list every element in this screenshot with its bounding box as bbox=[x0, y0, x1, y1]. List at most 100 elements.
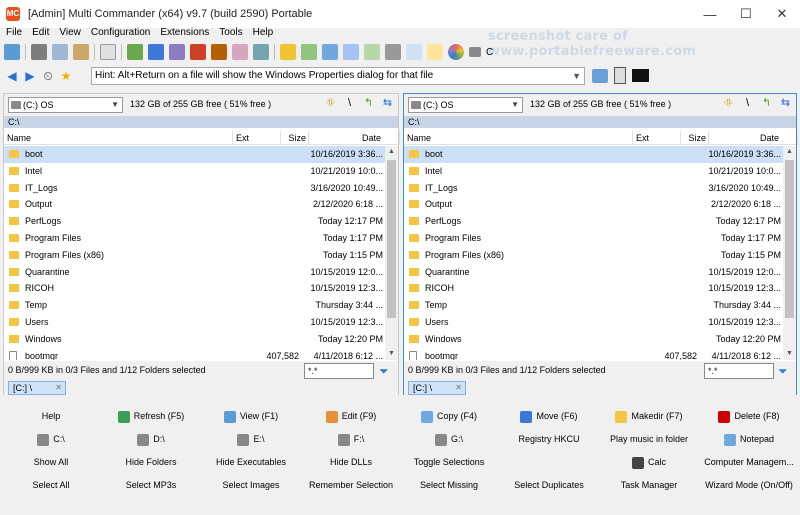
select-duplicates-button[interactable]: Select Duplicates bbox=[498, 476, 600, 494]
hide-executables-button[interactable]: Hide Executables bbox=[200, 453, 302, 471]
refresh-f5-button[interactable]: Refresh (F5) bbox=[100, 407, 202, 425]
menu-file[interactable]: File bbox=[6, 26, 22, 40]
menu-help[interactable]: Help bbox=[253, 26, 274, 40]
file-row[interactable]: Temp Thursday 3:44 ... bbox=[404, 297, 783, 314]
file-row[interactable]: Program Files Today 1:17 PM bbox=[404, 230, 783, 247]
file-row[interactable]: boot 10/16/2019 3:36... bbox=[4, 146, 385, 163]
back-arrow-icon[interactable]: ◀ bbox=[4, 68, 20, 84]
file-row[interactable]: PerfLogs Today 12:17 PM bbox=[4, 213, 385, 230]
hint-box[interactable]: Hint: Alt+Return on a file will show the… bbox=[91, 67, 585, 85]
col-size[interactable]: Size bbox=[681, 131, 709, 145]
file-row[interactable]: IT_Logs 3/16/2020 10:49... bbox=[404, 180, 783, 197]
close-icon[interactable]: ✕ bbox=[55, 382, 62, 394]
tab-c-drive[interactable]: [C:] \ ✕ bbox=[8, 381, 66, 395]
layout-icon[interactable] bbox=[100, 44, 116, 60]
file-row[interactable]: Intel 10/21/2019 10:0... bbox=[4, 163, 385, 180]
split-icon[interactable] bbox=[343, 44, 359, 60]
e-button[interactable]: E:\ bbox=[200, 430, 302, 448]
archive-icon[interactable] bbox=[232, 44, 248, 60]
file-row[interactable]: Quarantine 10/15/2019 12:0... bbox=[404, 264, 783, 281]
chevron-down-icon[interactable]: ▼ bbox=[572, 68, 581, 84]
file-row[interactable]: Windows Today 12:20 PM bbox=[4, 331, 385, 348]
menu-tools[interactable]: Tools bbox=[219, 26, 242, 40]
file-row[interactable]: bootmgr 407,582 4/11/2018 6:12 ... bbox=[404, 348, 783, 360]
file-row[interactable]: RICOH 10/15/2019 12:3... bbox=[4, 280, 385, 297]
col-date[interactable]: Date bbox=[709, 131, 798, 145]
close-icon[interactable]: ✕ bbox=[455, 382, 462, 394]
sync-icon[interactable] bbox=[253, 44, 269, 60]
view-f1-button[interactable]: View (F1) bbox=[200, 407, 302, 425]
file-row[interactable]: IT_Logs 3/16/2020 10:49... bbox=[4, 180, 385, 197]
scroll-down-icon[interactable]: ▼ bbox=[385, 348, 398, 360]
kb-icon[interactable] bbox=[280, 44, 296, 60]
maximize-button[interactable]: ☐ bbox=[728, 0, 764, 28]
hide-dlls-button[interactable]: Hide DLLs bbox=[300, 453, 402, 471]
toggle-selections-button[interactable]: Toggle Selections bbox=[398, 453, 500, 471]
select-missing-button[interactable]: Select Missing bbox=[398, 476, 500, 494]
menu-configuration[interactable]: Configuration bbox=[91, 26, 150, 40]
file-row[interactable]: Program Files (x86) Today 1:15 PM bbox=[4, 247, 385, 264]
col-ext[interactable]: Ext bbox=[233, 131, 281, 145]
f-button[interactable]: F:\ bbox=[300, 430, 402, 448]
c-button[interactable]: C:\ bbox=[0, 430, 102, 448]
close-button[interactable]: ✕ bbox=[764, 0, 800, 28]
hide-folders-button[interactable]: Hide Folders bbox=[100, 453, 202, 471]
scrollbar[interactable]: ▲ ▼ bbox=[385, 146, 398, 360]
parent-folder-icon[interactable]: ↰ bbox=[362, 97, 375, 110]
scroll-thumb[interactable] bbox=[785, 160, 794, 318]
move-f6-button[interactable]: Move (F6) bbox=[498, 407, 600, 425]
task-manager-button[interactable]: Task Manager bbox=[598, 476, 700, 494]
star-icon[interactable]: ★ bbox=[58, 68, 74, 84]
swap-icon[interactable]: ⇆ bbox=[779, 97, 792, 110]
path-bar[interactable]: C:\ bbox=[404, 116, 796, 128]
makedir-f7-button[interactable]: Makedir (F7) bbox=[598, 407, 700, 425]
show-all-button[interactable]: Show All bbox=[0, 453, 102, 471]
file-row[interactable]: Output 2/12/2020 6:18 ... bbox=[404, 196, 783, 213]
play-music-in-folder-button[interactable]: Play music in folder bbox=[598, 430, 700, 448]
tab-c-drive[interactable]: [C:] \ ✕ bbox=[408, 381, 466, 395]
root-icon[interactable]: \ bbox=[343, 97, 356, 110]
col-date[interactable]: Date bbox=[309, 131, 400, 145]
forward-arrow-icon[interactable]: ▶ bbox=[22, 68, 38, 84]
new-file-icon[interactable] bbox=[127, 44, 143, 60]
g-button[interactable]: G:\ bbox=[398, 430, 500, 448]
computer-managem-button[interactable]: Computer Managem... bbox=[698, 453, 800, 471]
package-icon[interactable] bbox=[211, 44, 227, 60]
compare-icon[interactable] bbox=[385, 44, 401, 60]
file-row[interactable]: bootmgr 407,582 4/11/2018 6:12 ... bbox=[4, 348, 385, 360]
file-row[interactable]: Program Files (x86) Today 1:15 PM bbox=[404, 247, 783, 264]
d-button[interactable]: D:\ bbox=[100, 430, 202, 448]
scroll-up-icon[interactable]: ▲ bbox=[783, 146, 796, 158]
combine-icon[interactable] bbox=[364, 44, 380, 60]
file-row[interactable]: RICOH 10/15/2019 12:3... bbox=[404, 280, 783, 297]
find-icon[interactable] bbox=[406, 44, 422, 60]
delete-f8-button[interactable]: Delete (F8) bbox=[698, 407, 800, 425]
file-row[interactable]: Output 2/12/2020 6:18 ... bbox=[4, 196, 385, 213]
refresh-icon[interactable] bbox=[4, 44, 20, 60]
menu-extensions[interactable]: Extensions bbox=[160, 26, 209, 40]
scroll-down-icon[interactable]: ▼ bbox=[783, 348, 796, 360]
remember-selection-button[interactable]: Remember Selection bbox=[300, 476, 402, 494]
network-icon[interactable]: ⛗ bbox=[722, 97, 735, 110]
move-file-icon[interactable] bbox=[169, 44, 185, 60]
terminal-icon[interactable] bbox=[632, 69, 649, 82]
drive-c-label[interactable]: C bbox=[486, 47, 493, 58]
file-row[interactable]: Windows Today 12:20 PM bbox=[404, 331, 783, 348]
notepad-button[interactable]: Notepad bbox=[698, 430, 800, 448]
edit-f9-button[interactable]: Edit (F9) bbox=[300, 407, 402, 425]
col-name[interactable]: Name bbox=[4, 131, 233, 145]
select-all-button[interactable]: Select All bbox=[0, 476, 102, 494]
drive-select[interactable]: (C:) OS ▼ bbox=[8, 97, 123, 113]
copy-file-icon[interactable] bbox=[148, 44, 164, 60]
file-row[interactable]: Intel 10/21/2019 10:0... bbox=[404, 163, 783, 180]
filter-icon[interactable]: ⏷ bbox=[379, 364, 393, 378]
filter-input[interactable]: *.* bbox=[304, 363, 374, 379]
scroll-thumb[interactable] bbox=[387, 160, 396, 318]
wand-icon[interactable] bbox=[427, 44, 443, 60]
registry-hkcu-button[interactable]: Registry HKCU bbox=[498, 430, 600, 448]
copy-f4-button[interactable]: Copy (F4) bbox=[398, 407, 500, 425]
col-size[interactable]: Size bbox=[281, 131, 309, 145]
scrollbar[interactable]: ▲ ▼ bbox=[783, 146, 796, 360]
scroll-up-icon[interactable]: ▲ bbox=[385, 146, 398, 158]
calc-button[interactable]: Calc bbox=[598, 453, 700, 471]
